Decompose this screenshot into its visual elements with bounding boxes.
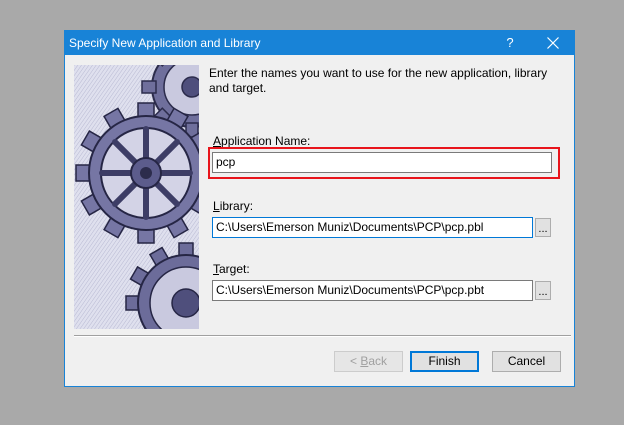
- close-icon: [547, 37, 559, 49]
- cancel-button[interactable]: Cancel: [492, 351, 561, 372]
- gears-icon: [74, 65, 199, 329]
- finish-button[interactable]: Finish: [410, 351, 479, 372]
- target-label: Target:: [213, 262, 250, 276]
- library-browse-button[interactable]: ...: [535, 218, 551, 237]
- application-name-label: Application Name:: [213, 134, 311, 148]
- help-button[interactable]: ?: [499, 31, 521, 55]
- application-name-input[interactable]: pcp: [212, 152, 552, 173]
- back-button[interactable]: < Back: [334, 351, 403, 372]
- separator: [74, 335, 571, 337]
- target-input[interactable]: C:\Users\Emerson Muniz\Documents\PCP\pcp…: [212, 280, 533, 301]
- close-button[interactable]: [535, 31, 571, 55]
- intro-text: Enter the names you want to use for the …: [209, 66, 548, 95]
- gears-illustration: [74, 65, 199, 329]
- target-browse-button[interactable]: ...: [535, 281, 551, 300]
- dialog-title: Specify New Application and Library: [69, 36, 261, 50]
- library-input[interactable]: C:\Users\Emerson Muniz\Documents\PCP\pcp…: [212, 217, 533, 238]
- specify-new-application-dialog: Specify New Application and Library ? En…: [64, 30, 575, 387]
- title-bar[interactable]: Specify New Application and Library ?: [65, 31, 574, 55]
- library-label: Library:: [213, 199, 254, 213]
